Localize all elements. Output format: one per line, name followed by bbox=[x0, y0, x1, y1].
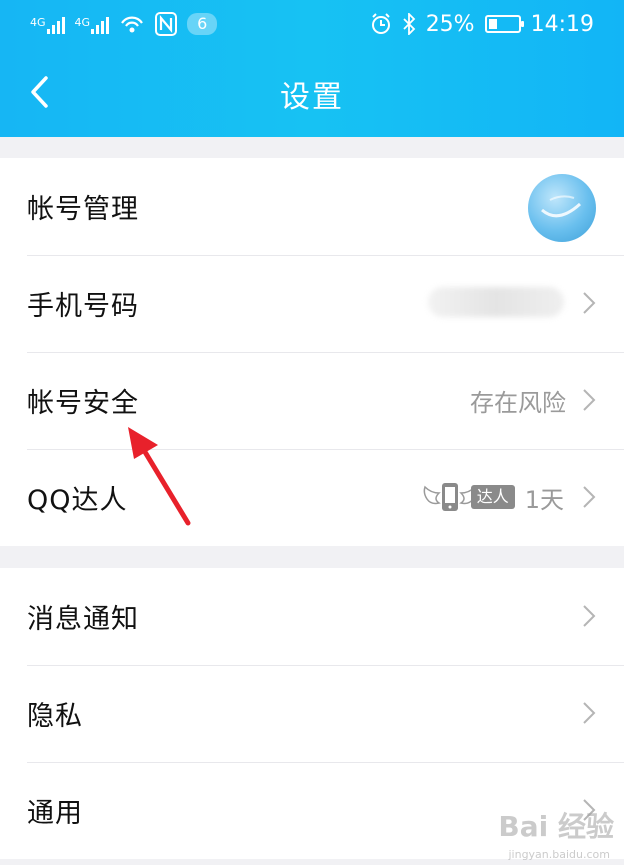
phone-number-blurred bbox=[428, 287, 564, 317]
nfc-icon bbox=[155, 12, 178, 36]
chevron-right-icon bbox=[583, 702, 596, 724]
battery-percent: 25% bbox=[425, 11, 475, 37]
status-left: 4G 4G 6 bbox=[30, 12, 218, 36]
watermark-url: jingyan.baidu.com bbox=[508, 848, 610, 861]
app-header: 4G 4G 6 25% 14:19 设置 bbox=[0, 0, 624, 137]
chevron-right-icon bbox=[583, 389, 596, 411]
row-label: QQ达人 bbox=[27, 485, 128, 516]
wifi-icon bbox=[121, 16, 143, 33]
watermark-text: Bai 经验 bbox=[498, 810, 614, 843]
daren-badge: 达人 bbox=[423, 479, 515, 515]
baidu-jingyan-watermark: Bai 经验 jingyan.baidu.com bbox=[498, 805, 614, 861]
signal-1: 4G bbox=[30, 14, 65, 34]
nav-bar: 设置 bbox=[0, 48, 624, 137]
status-bar: 4G 4G 6 25% 14:19 bbox=[0, 0, 624, 48]
chevron-right-icon bbox=[583, 486, 596, 508]
account-settings-group: 帐号管理 手机号码 帐号安全 存在风险 QQ达人 达人 1天 bbox=[0, 158, 624, 546]
row-phone-number[interactable]: 手机号码 bbox=[0, 255, 624, 352]
row-qq-daren[interactable]: QQ达人 达人 1天 bbox=[0, 449, 624, 546]
row-account-management[interactable]: 帐号管理 bbox=[0, 158, 624, 255]
avatar-image bbox=[541, 195, 582, 218]
row-account-security[interactable]: 帐号安全 存在风险 bbox=[0, 352, 624, 449]
signal-bars-icon bbox=[91, 14, 110, 34]
chevron-right-icon bbox=[583, 292, 596, 314]
row-privacy[interactable]: 隐私 bbox=[0, 665, 624, 762]
status-right: 25% 14:19 bbox=[370, 12, 594, 37]
page-title: 设置 bbox=[280, 80, 344, 115]
daren-label: 达人 bbox=[470, 485, 515, 509]
row-label: 手机号码 bbox=[27, 291, 139, 322]
clock: 14:19 bbox=[530, 11, 594, 37]
row-label: 消息通知 bbox=[27, 604, 139, 635]
chevron-right-icon bbox=[583, 605, 596, 627]
signal-2: 4G bbox=[75, 14, 110, 34]
daren-info: 达人 1天 bbox=[423, 479, 564, 515]
bluetooth-icon bbox=[403, 13, 415, 35]
row-message-notification[interactable]: 消息通知 bbox=[0, 568, 624, 665]
signal-bars-icon bbox=[46, 14, 65, 34]
winged-phone-icon bbox=[423, 483, 477, 511]
notification-count-badge: 6 bbox=[187, 13, 218, 35]
row-label: 隐私 bbox=[27, 701, 83, 732]
security-status: 存在风险 bbox=[470, 389, 566, 417]
battery-icon bbox=[484, 15, 524, 33]
row-label: 帐号管理 bbox=[27, 194, 139, 225]
network-type-1: 4G bbox=[30, 16, 46, 29]
row-label: 帐号安全 bbox=[27, 388, 139, 419]
daren-days: 1天 bbox=[524, 485, 564, 514]
avatar bbox=[528, 174, 596, 242]
alarm-icon bbox=[371, 13, 390, 34]
network-type-2: 4G bbox=[74, 16, 91, 29]
row-label: 通用 bbox=[27, 798, 83, 829]
annotation-arrow-icon bbox=[128, 427, 191, 526]
